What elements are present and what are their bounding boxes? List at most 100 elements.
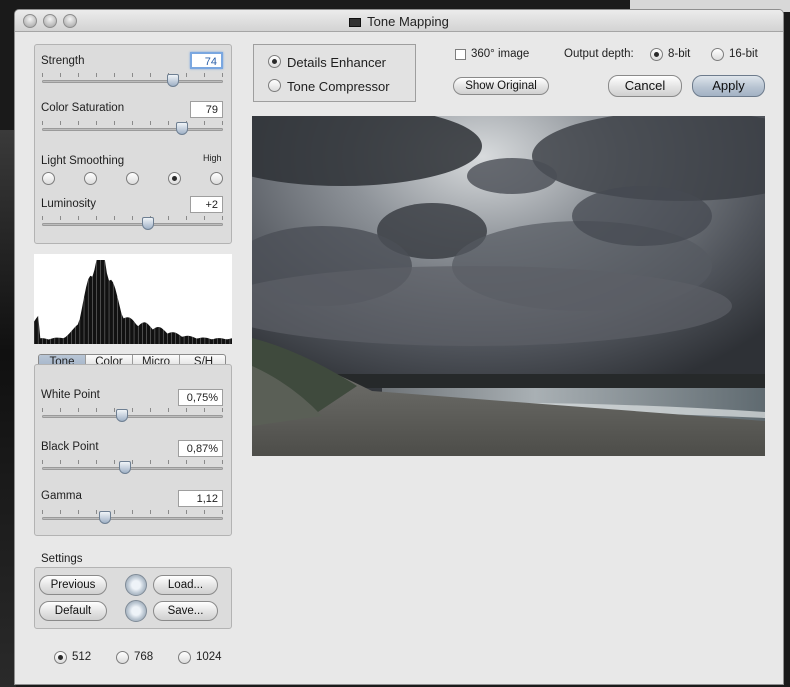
- luminosity-slider-thumb[interactable]: [142, 217, 154, 230]
- image360-checkbox[interactable]: [455, 49, 466, 60]
- white-point-slider-track[interactable]: [42, 415, 223, 418]
- slider-tick: [150, 408, 151, 412]
- slider-tick: [42, 121, 43, 125]
- tone-mapping-window: Tone Mapping Strength 74 Color Saturatio…: [14, 9, 784, 685]
- slider-tick: [222, 510, 223, 514]
- luminosity-ticks: [42, 216, 223, 220]
- saturation-slider-track[interactable]: [42, 128, 223, 131]
- details-enhancer-radio[interactable]: [268, 55, 281, 68]
- slider-tick: [132, 216, 133, 220]
- gamma-slider-track[interactable]: [42, 517, 223, 520]
- slider-tick: [150, 121, 151, 125]
- strength-value-field[interactable]: 74: [190, 52, 223, 69]
- apply-button[interactable]: Apply: [692, 75, 765, 97]
- details-enhancer-label[interactable]: Details Enhancer: [287, 55, 386, 70]
- gamma-slider-thumb[interactable]: [99, 511, 111, 524]
- saturation-value-field[interactable]: 79: [190, 101, 223, 118]
- white-point-slider-thumb[interactable]: [116, 409, 128, 422]
- black-point-slider-track[interactable]: [42, 467, 223, 470]
- title-bar[interactable]: Tone Mapping: [15, 10, 783, 32]
- slider-tick: [42, 408, 43, 412]
- slider-tick: [222, 460, 223, 464]
- mode-group: Details Enhancer Tone Compressor: [253, 44, 416, 102]
- default-button[interactable]: Default: [39, 601, 107, 621]
- slider-tick: [78, 121, 79, 125]
- slider-tick: [60, 121, 61, 125]
- light-smoothing-label: Light Smoothing: [41, 155, 125, 167]
- cancel-button[interactable]: Cancel: [608, 75, 682, 97]
- slider-tick: [204, 121, 205, 125]
- tone-panel: White Point 0,75% Black Point 0,87% Gamm…: [34, 364, 232, 536]
- undo-icon[interactable]: [125, 574, 147, 596]
- save-button[interactable]: Save...: [153, 601, 218, 621]
- saturation-slider-thumb[interactable]: [176, 122, 188, 135]
- bit8-radio[interactable]: [650, 48, 663, 61]
- strength-slider-track[interactable]: [42, 80, 223, 83]
- black-point-label: Black Point: [41, 441, 99, 453]
- slider-tick: [132, 460, 133, 464]
- slider-tick: [222, 121, 223, 125]
- slider-tick: [186, 408, 187, 412]
- gamma-label: Gamma: [41, 490, 82, 502]
- light-smoothing-radio-4[interactable]: [168, 172, 181, 185]
- slider-tick: [186, 510, 187, 514]
- white-point-label: White Point: [41, 389, 100, 401]
- black-point-slider-thumb[interactable]: [119, 461, 131, 474]
- slider-tick: [78, 408, 79, 412]
- light-smoothing-radio-1[interactable]: [42, 172, 55, 185]
- load-button[interactable]: Load...: [153, 575, 218, 595]
- preview-size-768-radio[interactable]: [116, 651, 129, 664]
- light-smoothing-radio-3[interactable]: [126, 172, 139, 185]
- strength-slider-thumb[interactable]: [167, 74, 179, 87]
- light-smoothing-radio-5[interactable]: [210, 172, 223, 185]
- window-title-area: Tone Mapping: [15, 14, 783, 29]
- window-title: Tone Mapping: [367, 14, 449, 29]
- slider-tick: [114, 460, 115, 464]
- slider-tick: [222, 408, 223, 412]
- slider-tick: [204, 460, 205, 464]
- saturation-label: Color Saturation: [41, 102, 125, 114]
- white-point-value-field[interactable]: 0,75%: [178, 389, 223, 406]
- luminosity-value-field[interactable]: +2: [190, 196, 223, 213]
- saturation-ticks: [42, 121, 223, 125]
- slider-tick: [60, 216, 61, 220]
- black-point-ticks: [42, 460, 223, 464]
- slider-tick: [78, 73, 79, 77]
- strength-ticks: [42, 73, 223, 77]
- black-point-value-field[interactable]: 0,87%: [178, 440, 223, 457]
- preview-size-1024-radio[interactable]: [178, 651, 191, 664]
- slider-tick: [42, 73, 43, 77]
- slider-tick: [96, 460, 97, 464]
- bit16-radio[interactable]: [711, 48, 724, 61]
- slider-tick: [204, 510, 205, 514]
- slider-tick: [96, 408, 97, 412]
- light-smoothing-high-label: High: [203, 153, 222, 163]
- gamma-value-field[interactable]: 1,12: [178, 490, 223, 507]
- slider-tick: [132, 510, 133, 514]
- slider-tick: [60, 73, 61, 77]
- output-depth-label: Output depth:: [564, 48, 634, 60]
- tone-compressor-label[interactable]: Tone Compressor: [287, 79, 390, 94]
- preview-size-512-radio[interactable]: [54, 651, 67, 664]
- slider-tick: [132, 121, 133, 125]
- slider-tick: [78, 216, 79, 220]
- slider-tick: [204, 73, 205, 77]
- histogram: [34, 254, 232, 344]
- previous-button[interactable]: Previous: [39, 575, 107, 595]
- slider-tick: [150, 460, 151, 464]
- preview-image: [252, 116, 765, 456]
- luminosity-slider-track[interactable]: [42, 223, 223, 226]
- slider-tick: [114, 121, 115, 125]
- light-smoothing-radio-2[interactable]: [84, 172, 97, 185]
- slider-tick: [60, 510, 61, 514]
- preview-size-512-label: 512: [72, 651, 92, 663]
- slider-tick: [132, 408, 133, 412]
- slider-tick: [114, 216, 115, 220]
- slider-tick: [42, 216, 43, 220]
- slider-tick: [168, 121, 169, 125]
- redo-icon[interactable]: [125, 600, 147, 622]
- preview-image-drawing: [252, 116, 765, 456]
- tone-compressor-radio[interactable]: [268, 79, 281, 92]
- show-original-button[interactable]: Show Original: [453, 77, 549, 95]
- slider-tick: [60, 408, 61, 412]
